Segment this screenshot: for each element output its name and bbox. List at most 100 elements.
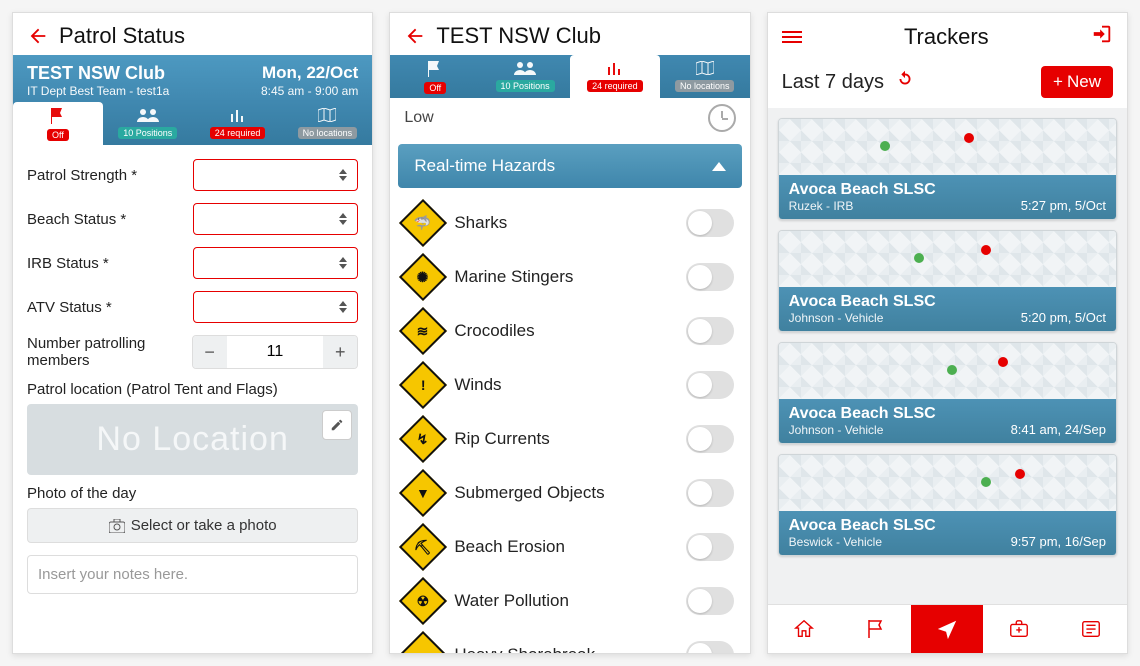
tab-positions[interactable]: 10 Positions <box>103 102 193 145</box>
tracker-unit: Beswick - Vehicle <box>789 535 936 549</box>
hazard-toggle[interactable] <box>686 479 734 507</box>
tab-locations[interactable]: No locations <box>660 55 750 98</box>
hazard-icon: ~ <box>399 631 447 653</box>
hazard-toggle[interactable] <box>686 587 734 615</box>
hazards-list: 🦈 Sharks ✺ Marine Stingers ≋ Crocodiles … <box>390 196 749 653</box>
hazards-content: Low Real-time Hazards 🦈 Sharks ✺ Marine … <box>390 98 749 653</box>
hazard-label: Rip Currents <box>454 429 685 449</box>
atv-status-label: ATV Status * <box>27 299 193 316</box>
refresh-icon[interactable] <box>894 68 916 96</box>
tracker-time: 9:57 pm, 16/Sep <box>1011 534 1106 549</box>
hazard-icon: ! <box>399 361 447 409</box>
tracker-info: Avoca Beach SLSC Johnson - Vehicle 5:20 … <box>779 287 1116 331</box>
members-value: 11 <box>227 336 324 368</box>
hazard-toggle[interactable] <box>686 533 734 561</box>
nav-news[interactable] <box>1055 605 1127 653</box>
low-row: Low <box>390 98 749 138</box>
team-name: IT Dept Best Team - test1a <box>27 84 169 98</box>
new-button[interactable]: + New <box>1041 66 1113 98</box>
hazard-toggle[interactable] <box>686 371 734 399</box>
tab-required-badge: 24 required <box>210 127 266 139</box>
collapse-icon <box>712 162 726 171</box>
hazard-toggle[interactable] <box>686 425 734 453</box>
tracker-info: Avoca Beach SLSC Ruzek - IRB 5:27 pm, 5/… <box>779 175 1116 219</box>
last7-filter[interactable]: Last 7 days <box>782 68 1041 96</box>
hazards-title: Real-time Hazards <box>414 156 555 176</box>
page-title: Trackers <box>802 24 1091 50</box>
camera-icon <box>109 519 125 533</box>
patrol-strength-select[interactable] <box>193 159 359 191</box>
hazard-icon: ⛏ <box>399 523 447 571</box>
hazard-icon: 🦈 <box>399 199 447 247</box>
form-content: Patrol Strength * Beach Status * IRB Sta… <box>13 145 372 653</box>
tracker-info: Avoca Beach SLSC Johnson - Vehicle 8:41 … <box>779 399 1116 443</box>
beach-status-select[interactable] <box>193 203 359 235</box>
screen-trackers: Trackers Last 7 days + New Avoca Beach S… <box>767 12 1128 654</box>
hazard-icon: ↯ <box>399 415 447 463</box>
hazard-label: Water Pollution <box>454 591 685 611</box>
tracker-club: Avoca Beach SLSC <box>789 293 936 311</box>
tracker-unit: Ruzek - IRB <box>789 199 936 213</box>
tab-locations[interactable]: No locations <box>282 102 372 145</box>
tab-flag-badge: Off <box>47 129 69 141</box>
notes-textarea[interactable]: Insert your notes here. <box>27 555 358 594</box>
nav-flag[interactable] <box>840 605 912 653</box>
location-section-label: Patrol location (Patrol Tent and Flags) <box>27 381 358 398</box>
nav-tracker[interactable] <box>911 605 983 653</box>
hazard-toggle[interactable] <box>686 641 734 653</box>
patrol-time: 8:45 am - 9:00 am <box>261 84 358 98</box>
tracker-unit: Johnson - Vehicle <box>789 423 936 437</box>
filter-row: Last 7 days + New <box>768 56 1127 108</box>
tracker-card[interactable]: Avoca Beach SLSC Johnson - Vehicle 8:41 … <box>778 342 1117 444</box>
tracker-card[interactable]: Avoca Beach SLSC Johnson - Vehicle 5:20 … <box>778 230 1117 332</box>
photo-section-label: Photo of the day <box>27 485 358 502</box>
hazard-row: ▼ Submerged Objects <box>390 466 749 520</box>
back-icon[interactable] <box>404 25 426 47</box>
new-label: New <box>1067 72 1101 92</box>
tracker-time: 5:27 pm, 5/Oct <box>1021 198 1106 213</box>
tab-required[interactable]: 24 required <box>193 102 283 145</box>
hazards-header[interactable]: Real-time Hazards <box>398 144 741 188</box>
nav-first-aid[interactable] <box>983 605 1055 653</box>
low-label: Low <box>404 109 433 127</box>
menu-icon[interactable] <box>782 28 802 46</box>
tab-positions[interactable]: 10 Positions <box>480 55 570 98</box>
back-icon[interactable] <box>27 25 49 47</box>
nav-home[interactable] <box>768 605 840 653</box>
hazard-toggle[interactable] <box>686 263 734 291</box>
tracker-map <box>779 231 1116 287</box>
hazard-row: 🦈 Sharks <box>390 196 749 250</box>
members-decrement[interactable]: − <box>193 336 227 368</box>
hazard-toggle[interactable] <box>686 317 734 345</box>
tracker-map <box>779 119 1116 175</box>
tab-required[interactable]: 24 required <box>570 55 660 98</box>
tracker-map <box>779 343 1116 399</box>
edit-location-button[interactable] <box>322 410 352 440</box>
screen-patrol-status: Patrol Status TEST NSW Club Mon, 22/Oct … <box>12 12 373 654</box>
hazard-label: Submerged Objects <box>454 483 685 503</box>
hazard-label: Heavy Shorebreak <box>454 645 685 653</box>
atv-status-select[interactable] <box>193 291 359 323</box>
hazard-row: ≋ Crocodiles <box>390 304 749 358</box>
tab-flag[interactable]: Off <box>390 55 480 98</box>
beach-status-label: Beach Status * <box>27 211 193 228</box>
tracker-card[interactable]: Avoca Beach SLSC Ruzek - IRB 5:27 pm, 5/… <box>778 118 1117 220</box>
irb-status-select[interactable] <box>193 247 359 279</box>
tracker-club: Avoca Beach SLSC <box>789 405 936 423</box>
tracker-club: Avoca Beach SLSC <box>789 517 936 535</box>
hazard-toggle[interactable] <box>686 209 734 237</box>
tab-flag[interactable]: Off <box>13 102 103 145</box>
app-header: TEST NSW Club <box>390 13 749 55</box>
page-title: TEST NSW Club <box>436 23 735 49</box>
tracker-card[interactable]: Avoca Beach SLSC Beswick - Vehicle 9:57 … <box>778 454 1117 556</box>
hazard-row: ⛏ Beach Erosion <box>390 520 749 574</box>
trackers-list: Avoca Beach SLSC Ruzek - IRB 5:27 pm, 5/… <box>768 108 1127 604</box>
clock-icon[interactable] <box>708 104 736 132</box>
logout-icon[interactable] <box>1091 23 1113 50</box>
select-photo-label: Select or take a photo <box>131 517 277 534</box>
hazard-row: ~ Heavy Shorebreak <box>390 628 749 653</box>
select-photo-button[interactable]: Select or take a photo <box>27 508 358 543</box>
members-increment[interactable]: + <box>323 336 357 368</box>
plus-icon: + <box>1053 72 1063 92</box>
tabs-bar: Off 10 Positions 24 required No location… <box>13 102 372 145</box>
